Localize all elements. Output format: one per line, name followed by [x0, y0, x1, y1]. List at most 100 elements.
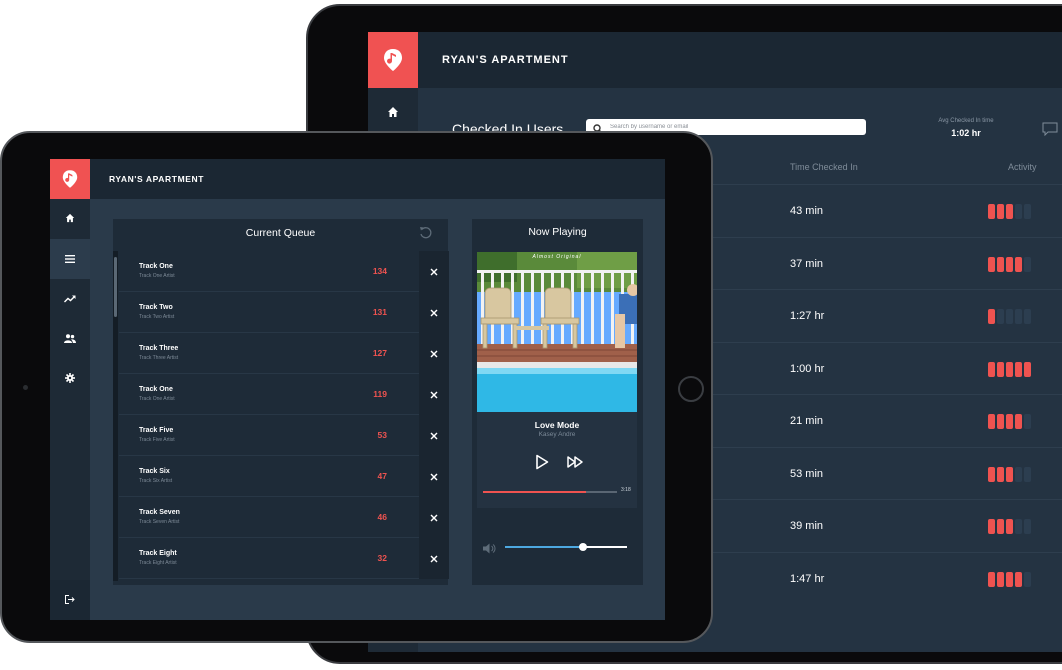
queue-item[interactable]: Track Seven Track Seven Artist 46	[119, 497, 449, 538]
activity-bar	[988, 204, 995, 219]
track-name: Track Seven	[139, 509, 180, 516]
queue-item[interactable]: Track One Track One Artist 119	[119, 374, 449, 415]
logout-button[interactable]	[50, 580, 90, 620]
queue-title: Current Queue	[245, 227, 316, 239]
activity-bar	[988, 414, 995, 429]
column-activity[interactable]: Activity	[1008, 162, 1037, 172]
remove-track-button[interactable]	[419, 333, 449, 374]
play-button[interactable]	[535, 454, 551, 470]
users-icon	[64, 330, 76, 348]
front-screen: RYAN'S APARTMENT Current Queue Track One…	[50, 159, 665, 620]
back-home-icon[interactable]	[368, 88, 418, 136]
queue-scrollbar[interactable]	[113, 251, 118, 581]
queue-item[interactable]: Track Eight Track Eight Artist 32	[119, 538, 449, 579]
vote-count: 127	[372, 348, 387, 358]
album-art: Almost Original	[477, 252, 637, 412]
home-button[interactable]	[678, 376, 704, 402]
activity-bar	[997, 466, 1004, 482]
playback-progress-fill	[483, 491, 587, 493]
device-mockup: RYAN'S APARTMENT Checked In Users Avg Ch…	[0, 0, 1062, 670]
queue-item[interactable]: Track Six Track Six Artist 47	[119, 456, 449, 497]
track-name: Track One	[139, 263, 173, 270]
time-checked-in: 43 min	[790, 205, 824, 217]
remove-track-button[interactable]	[419, 538, 449, 579]
remove-track-button[interactable]	[419, 251, 449, 292]
app-logo-icon[interactable]	[50, 159, 90, 199]
queue-item[interactable]: Track Three Track Three Artist 127	[119, 333, 449, 374]
activity-bar	[1006, 204, 1013, 219]
logout-icon	[65, 591, 75, 609]
activity-bar	[1024, 204, 1031, 219]
fast-forward-button[interactable]	[567, 454, 585, 470]
activity-bar	[1006, 361, 1013, 377]
time-checked-in: 53 min	[790, 467, 824, 480]
time-checked-in: 1:27 hr	[790, 310, 825, 322]
time-checked-in: 1:47 hr	[790, 572, 825, 585]
activity-bar	[997, 414, 1004, 429]
activity-bar	[988, 466, 995, 482]
activity-bar	[1024, 571, 1031, 587]
app-logo-icon[interactable]	[368, 32, 418, 88]
activity-bar	[1015, 204, 1022, 219]
activity-bar	[988, 361, 995, 377]
activity-bar	[1006, 519, 1013, 534]
queue-scroll-thumb[interactable]	[114, 257, 117, 317]
activity-bar	[1015, 256, 1022, 272]
remove-track-button[interactable]	[419, 415, 449, 456]
close-icon	[430, 550, 438, 568]
nav-settings[interactable]	[50, 359, 90, 399]
front-tablet: RYAN'S APARTMENT Current Queue Track One…	[0, 131, 713, 643]
activity-meter	[988, 519, 1031, 534]
track-name: Track Three	[139, 345, 179, 352]
activity-bar	[1024, 466, 1031, 482]
remove-track-button[interactable]	[419, 292, 449, 333]
track-name: Track Five	[139, 427, 174, 434]
remove-track-button[interactable]	[419, 374, 449, 415]
close-icon	[430, 345, 438, 363]
activity-bar	[1024, 414, 1031, 429]
fast-forward-icon	[567, 456, 585, 474]
close-icon	[430, 427, 438, 445]
remove-track-button[interactable]	[419, 456, 449, 497]
nav-queue[interactable]	[50, 239, 90, 279]
nav-users[interactable]	[50, 319, 90, 359]
trending-icon	[64, 290, 76, 308]
volume-slider[interactable]	[505, 543, 627, 551]
track-artist: Track One Artist	[139, 396, 175, 402]
refresh-icon[interactable]	[419, 226, 433, 245]
song-artist: Kasey Andre	[538, 431, 576, 438]
activity-meter	[988, 571, 1031, 587]
activity-bar	[997, 204, 1004, 219]
activity-bar	[1024, 256, 1031, 272]
album-caption: Almost Original	[532, 254, 582, 260]
queue-item[interactable]: Track One Track One Artist 134	[119, 251, 449, 292]
remove-track-button[interactable]	[419, 497, 449, 538]
avg-time-label: Avg Checked In time	[938, 118, 994, 124]
queue-list-icon	[65, 250, 75, 268]
column-time-checked-in[interactable]: Time Checked In	[790, 162, 858, 172]
nav-trending[interactable]	[50, 279, 90, 319]
track-artist: Track Two Artist	[139, 314, 175, 320]
activity-bar	[1006, 309, 1013, 324]
track-name: Track Six	[139, 468, 170, 475]
volume-knob[interactable]	[579, 543, 588, 551]
queue-item[interactable]: Track Five Track Five Artist 53	[119, 415, 449, 456]
activity-meter	[988, 361, 1031, 377]
close-icon	[430, 468, 438, 486]
nav-home[interactable]	[50, 199, 90, 239]
play-icon	[535, 454, 549, 474]
queue-item[interactable]: Track Two Track Two Artist 131	[119, 292, 449, 333]
activity-bar	[1024, 309, 1031, 324]
time-checked-in: 37 min	[790, 257, 824, 270]
track-artist: Track One Artist	[139, 273, 175, 279]
sidebar	[50, 199, 90, 620]
track-name: Track Two	[139, 304, 173, 311]
playback-progress-bar[interactable]	[483, 491, 617, 493]
volume-icon[interactable]	[483, 541, 497, 559]
message-icon[interactable]	[1042, 122, 1058, 141]
track-artist: Track Five Artist	[139, 437, 175, 443]
activity-bar	[997, 361, 1004, 377]
back-app-title: RYAN'S APARTMENT	[442, 54, 569, 66]
close-icon	[430, 386, 438, 404]
volume-fill	[505, 546, 584, 548]
